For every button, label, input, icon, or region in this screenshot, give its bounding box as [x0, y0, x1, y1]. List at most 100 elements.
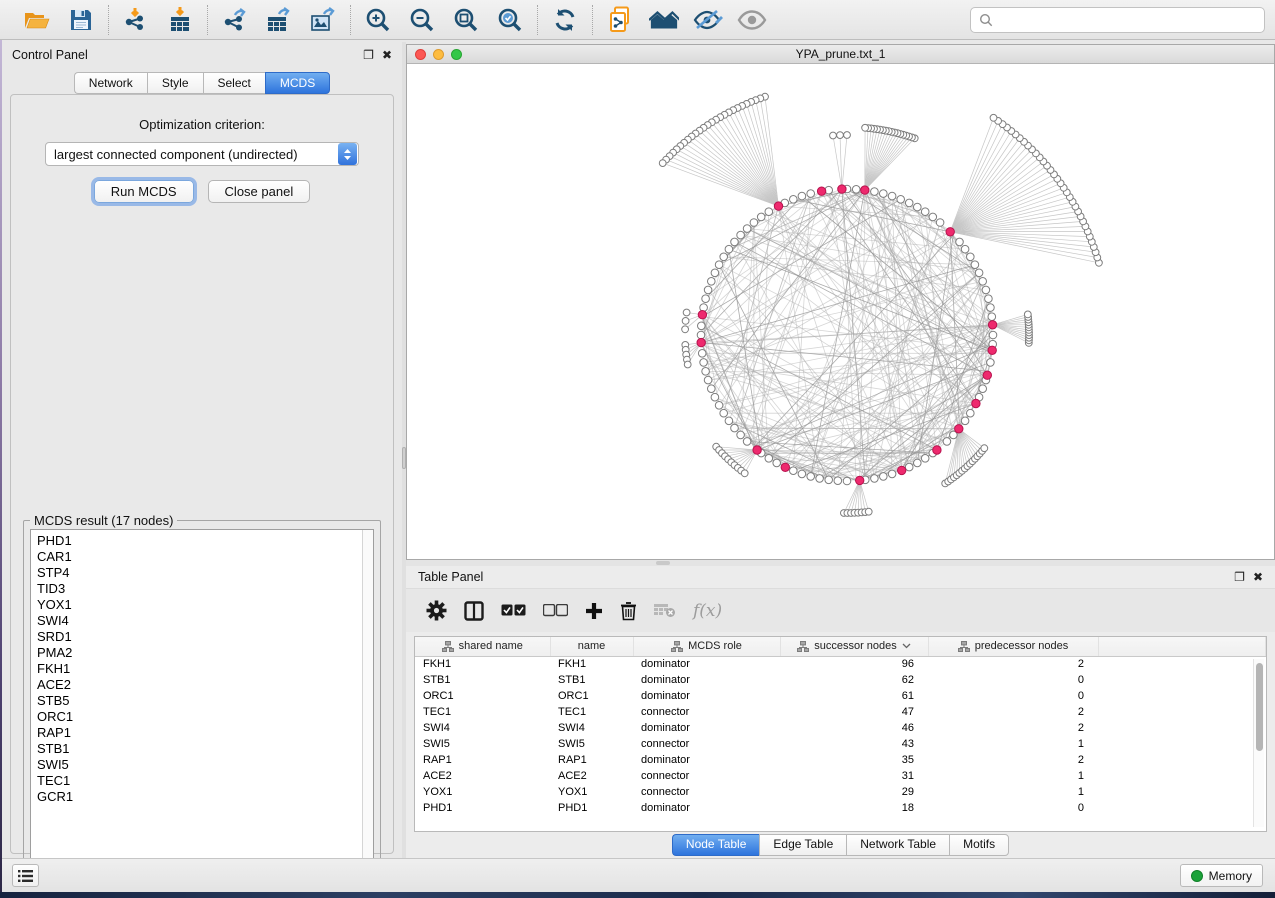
network-view-titlebar[interactable]: YPA_prune.txt_1	[407, 45, 1274, 64]
cell[interactable]: YOX1	[550, 784, 633, 800]
run-mcds-button[interactable]: Run MCDS	[94, 180, 194, 203]
cell[interactable]: 61	[780, 688, 928, 704]
share-document-icon[interactable]	[605, 5, 635, 35]
cell[interactable]: 2	[928, 656, 1098, 672]
cell[interactable]: dominator	[633, 672, 780, 688]
column-header-MCDS-role[interactable]: MCDS role	[633, 637, 780, 656]
column-header-predecessor-nodes[interactable]: predecessor nodes	[928, 637, 1098, 656]
cell[interactable]: 35	[780, 752, 928, 768]
cell[interactable]: ORC1	[550, 688, 633, 704]
zoom-in-icon[interactable]	[363, 5, 393, 35]
table-settings-gear-icon[interactable]	[426, 600, 447, 621]
cell[interactable]: YOX1	[415, 784, 550, 800]
column-header-shared-name[interactable]: shared name	[415, 637, 550, 656]
cell[interactable]: ACE2	[415, 768, 550, 784]
table-row[interactable]: PHD1PHD1dominator180	[415, 800, 1266, 816]
sort-arrow-icon[interactable]	[902, 643, 911, 649]
result-node-item[interactable]: ACE2	[37, 677, 373, 693]
birdseye-icon[interactable]	[649, 5, 679, 35]
task-history-button[interactable]	[12, 864, 39, 887]
export-network-icon[interactable]	[220, 5, 250, 35]
cell[interactable]: TEC1	[550, 704, 633, 720]
cell[interactable]: PHD1	[415, 800, 550, 816]
result-node-item[interactable]: SWI5	[37, 757, 373, 773]
memory-button[interactable]: Memory	[1180, 864, 1263, 887]
cell[interactable]: dominator	[633, 800, 780, 816]
hide-graphics-icon[interactable]	[693, 5, 723, 35]
cell[interactable]: 96	[780, 656, 928, 672]
table-row[interactable]: SWI4SWI4dominator462	[415, 720, 1266, 736]
zoom-selected-icon[interactable]	[495, 5, 525, 35]
result-node-item[interactable]: FKH1	[37, 661, 373, 677]
close-panel-icon[interactable]: ✖	[1253, 571, 1263, 583]
result-node-item[interactable]: ORC1	[37, 709, 373, 725]
cell[interactable]: 62	[780, 672, 928, 688]
search-field[interactable]	[970, 7, 1265, 33]
close-panel-icon[interactable]: ✖	[382, 49, 392, 61]
cell[interactable]: SWI4	[550, 720, 633, 736]
table-scrollbar-thumb[interactable]	[1256, 663, 1263, 751]
result-node-item[interactable]: STB1	[37, 741, 373, 757]
cell[interactable]: 0	[928, 688, 1098, 704]
zoom-out-icon[interactable]	[407, 5, 437, 35]
result-node-item[interactable]: TEC1	[37, 773, 373, 789]
cell[interactable]: RAP1	[550, 752, 633, 768]
cell[interactable]: dominator	[633, 656, 780, 672]
cell[interactable]: FKH1	[415, 656, 550, 672]
result-node-item[interactable]: STB5	[37, 693, 373, 709]
refresh-icon[interactable]	[550, 5, 580, 35]
cell[interactable]: 2	[928, 704, 1098, 720]
float-panel-icon[interactable]: ❐	[363, 49, 374, 61]
cell[interactable]: connector	[633, 768, 780, 784]
cell[interactable]: 47	[780, 704, 928, 720]
tab-edge-table[interactable]: Edge Table	[759, 834, 846, 856]
show-columns-icon[interactable]	[464, 601, 484, 621]
deselect-all-rows-icon[interactable]	[543, 604, 568, 617]
cell[interactable]: SWI5	[415, 736, 550, 752]
tab-network[interactable]: Network	[74, 72, 147, 94]
float-panel-icon[interactable]: ❐	[1234, 571, 1245, 583]
network-canvas[interactable]	[407, 64, 1274, 559]
table-row[interactable]: SWI5SWI5connector431	[415, 736, 1266, 752]
export-table-icon[interactable]	[264, 5, 294, 35]
import-network-icon[interactable]	[121, 5, 151, 35]
cell[interactable]: PHD1	[550, 800, 633, 816]
cell[interactable]: 18	[780, 800, 928, 816]
cell[interactable]: 31	[780, 768, 928, 784]
cell[interactable]: ORC1	[415, 688, 550, 704]
cell[interactable]: 29	[780, 784, 928, 800]
cell[interactable]: 1	[928, 768, 1098, 784]
result-node-item[interactable]: SWI4	[37, 613, 373, 629]
close-panel-button[interactable]: Close panel	[208, 180, 311, 203]
cell[interactable]: RAP1	[415, 752, 550, 768]
tab-mcds[interactable]: MCDS	[265, 72, 330, 94]
result-node-item[interactable]: YOX1	[37, 597, 373, 613]
result-list-scrollbar[interactable]	[362, 530, 373, 884]
cell[interactable]: dominator	[633, 688, 780, 704]
search-input[interactable]	[999, 13, 1256, 27]
table-row[interactable]: TEC1TEC1connector472	[415, 704, 1266, 720]
cell[interactable]: ACE2	[550, 768, 633, 784]
result-node-item[interactable]: RAP1	[37, 725, 373, 741]
result-node-item[interactable]: PMA2	[37, 645, 373, 661]
cell[interactable]: 2	[928, 752, 1098, 768]
cell[interactable]: dominator	[633, 752, 780, 768]
result-node-item[interactable]: TID3	[37, 581, 373, 597]
cell[interactable]: 1	[928, 784, 1098, 800]
show-graphics-icon[interactable]	[737, 5, 767, 35]
cell[interactable]: dominator	[633, 720, 780, 736]
table-row[interactable]: STB1STB1dominator620	[415, 672, 1266, 688]
cell[interactable]: connector	[633, 784, 780, 800]
cell[interactable]: 2	[928, 720, 1098, 736]
delete-column-icon[interactable]	[620, 601, 637, 621]
cell[interactable]: TEC1	[415, 704, 550, 720]
column-header-successor-nodes[interactable]: successor nodes	[780, 637, 928, 656]
tab-motifs[interactable]: Motifs	[949, 834, 1009, 856]
tab-select[interactable]: Select	[203, 72, 265, 94]
table-scrollbar[interactable]	[1253, 659, 1264, 827]
save-icon[interactable]	[66, 5, 96, 35]
cell[interactable]: connector	[633, 736, 780, 752]
import-table-icon[interactable]	[165, 5, 195, 35]
table-row[interactable]: RAP1RAP1dominator352	[415, 752, 1266, 768]
result-node-item[interactable]: PHD1	[37, 533, 373, 549]
